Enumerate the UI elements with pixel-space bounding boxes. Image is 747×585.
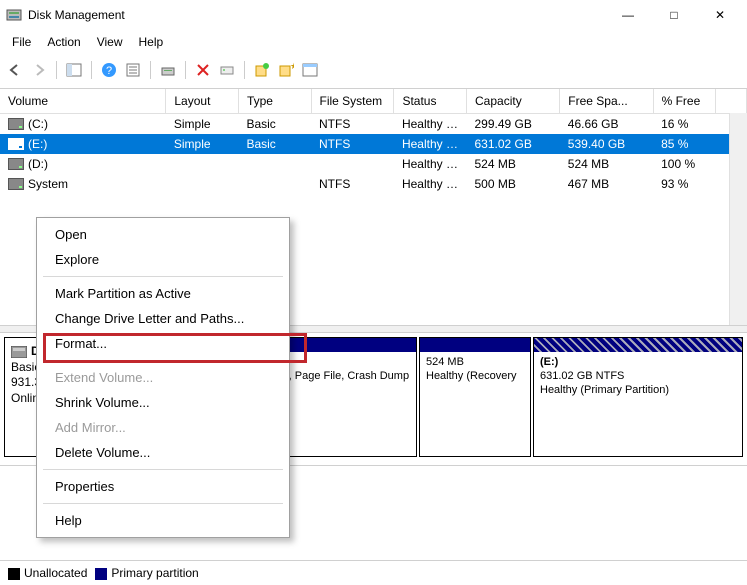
show-hide-console-tree-icon[interactable] xyxy=(65,61,83,79)
column-header-free_space[interactable]: Free Spa... xyxy=(560,89,653,114)
delete-icon[interactable] xyxy=(194,61,212,79)
volume-name: System xyxy=(28,177,68,191)
context-menu-item: Extend Volume... xyxy=(37,365,289,390)
volume-row[interactable]: (C:)SimpleBasicNTFSHealthy (B...299.49 G… xyxy=(0,114,747,135)
column-header-status[interactable]: Status xyxy=(394,89,467,114)
context-menu-item[interactable]: Explore xyxy=(37,247,289,272)
minimize-button[interactable]: — xyxy=(605,0,651,30)
legend-bar: Unallocated Primary partition xyxy=(0,560,747,585)
context-menu-item[interactable]: Properties xyxy=(37,474,289,499)
view-icon[interactable] xyxy=(301,61,319,79)
drive-icon xyxy=(8,118,24,130)
column-header-extra[interactable] xyxy=(715,89,746,114)
context-menu-item[interactable]: Mark Partition as Active xyxy=(37,281,289,306)
partition[interactable]: (E:)631.02 GB NTFSHealthy (Primary Parti… xyxy=(533,337,743,457)
app-icon xyxy=(6,7,22,23)
drive-icon xyxy=(8,178,24,190)
column-header-type[interactable]: Type xyxy=(238,89,311,114)
volume-table[interactable]: VolumeLayoutTypeFile SystemStatusCapacit… xyxy=(0,89,747,194)
column-header-file_system[interactable]: File System xyxy=(311,89,394,114)
partition-size: 631.02 GB NTFS xyxy=(540,370,736,384)
help-icon[interactable]: ? xyxy=(100,61,118,79)
volume-row[interactable]: SystemNTFSHealthy (S...500 MB467 MB93 % xyxy=(0,174,747,194)
volume-name: (D:) xyxy=(28,157,48,171)
svg-text:?: ? xyxy=(106,65,112,77)
menu-help[interactable]: Help xyxy=(133,33,170,51)
column-header-volume[interactable]: Volume xyxy=(0,89,166,114)
context-menu-item[interactable]: Help xyxy=(37,508,289,533)
column-header-pct_free[interactable]: % Free xyxy=(653,89,715,114)
menu-file[interactable]: File xyxy=(6,33,37,51)
settings-icon[interactable]: ★ xyxy=(277,61,295,79)
column-header-capacity[interactable]: Capacity xyxy=(467,89,560,114)
properties-icon[interactable] xyxy=(124,61,142,79)
back-button[interactable] xyxy=(6,61,24,79)
scrollbar[interactable] xyxy=(729,113,747,325)
context-menu-item[interactable]: Change Drive Letter and Paths... xyxy=(37,306,289,331)
eject-icon[interactable] xyxy=(218,61,236,79)
maximize-button[interactable]: □ xyxy=(651,0,697,30)
close-button[interactable]: ✕ xyxy=(697,0,743,30)
context-menu-item[interactable]: Open xyxy=(37,222,289,247)
title-bar: Disk Management — □ ✕ xyxy=(0,0,747,30)
context-menu: OpenExplore Mark Partition as ActiveChang… xyxy=(36,217,290,538)
volume-name: (E:) xyxy=(28,137,47,151)
partition-status: Healthy (Primary Partition) xyxy=(540,384,736,398)
svg-text:★: ★ xyxy=(290,62,294,71)
refresh-icon[interactable] xyxy=(159,61,177,79)
drive-icon xyxy=(8,158,24,170)
volume-name: (C:) xyxy=(28,117,48,131)
legend-unallocated: Unallocated xyxy=(8,566,87,580)
menu-action[interactable]: Action xyxy=(41,33,86,51)
legend-primary: Primary partition xyxy=(95,566,198,580)
context-menu-item[interactable]: Format... xyxy=(37,331,289,356)
partition-label: (E:) xyxy=(540,356,736,370)
action-icon[interactable] xyxy=(253,61,271,79)
menu-view[interactable]: View xyxy=(91,33,129,51)
context-menu-item[interactable]: Delete Volume... xyxy=(37,440,289,465)
toolbar: ? ★ xyxy=(0,54,747,88)
partition-status: Healthy (Recovery xyxy=(426,370,524,384)
volume-row[interactable]: (D:)Healthy (R...524 MB524 MB100 % xyxy=(0,154,747,174)
context-menu-item: Add Mirror... xyxy=(37,415,289,440)
partition[interactable]: 524 MBHealthy (Recovery xyxy=(419,337,531,457)
column-header-layout[interactable]: Layout xyxy=(166,89,239,114)
partition-size: 524 MB xyxy=(426,356,524,370)
drive-icon xyxy=(8,138,24,150)
volume-list-pane: VolumeLayoutTypeFile SystemStatusCapacit… xyxy=(0,88,747,325)
context-menu-item[interactable]: Shrink Volume... xyxy=(37,390,289,415)
forward-button[interactable] xyxy=(30,61,48,79)
menu-bar: File Action View Help xyxy=(0,30,747,54)
volume-row[interactable]: (E:)SimpleBasicNTFSHealthy (P...631.02 G… xyxy=(0,134,747,154)
disk-icon xyxy=(11,346,27,358)
window-title: Disk Management xyxy=(28,8,125,22)
